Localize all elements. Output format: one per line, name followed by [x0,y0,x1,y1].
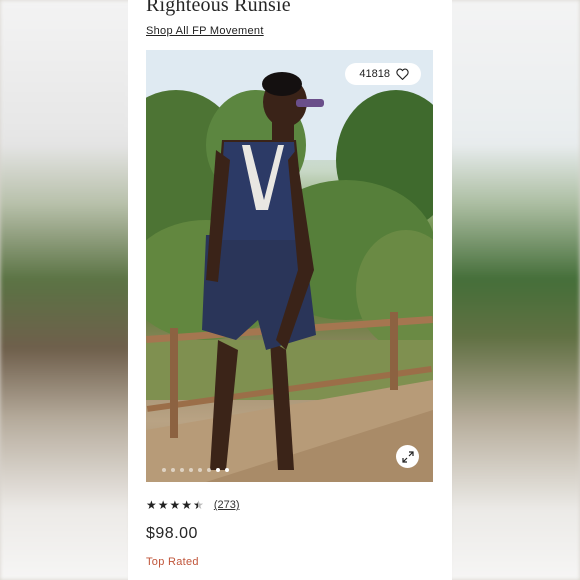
carousel-dot-active[interactable] [216,468,220,472]
product-card: Righteous Runsie Shop All FP Movement 41… [128,0,452,580]
star-rating: ★ ★ ★ ★ ★★ [146,499,204,511]
carousel-dot[interactable] [171,468,175,472]
carousel-dot[interactable] [189,468,193,472]
product-title: Righteous Runsie [146,0,291,16]
half-star-icon: ★★ [193,498,204,512]
star-icon: ★ [157,498,169,512]
like-count: 41818 [359,68,390,80]
star-icon: ★ [181,498,193,512]
carousel-dot[interactable] [207,468,211,472]
product-image[interactable]: 41818 [146,50,433,482]
expand-image-button[interactable] [396,445,419,468]
star-icon: ★ [169,498,181,512]
rating-row: ★ ★ ★ ★ ★★ (273) [146,499,240,511]
shop-all-link[interactable]: Shop All FP Movement [146,25,264,37]
carousel-dot[interactable] [225,468,229,472]
carousel-dot[interactable] [162,468,166,472]
backdrop-left [0,0,130,580]
heart-icon [396,68,409,80]
carousel-dot[interactable] [180,468,184,472]
top-rated-badge: Top Rated [146,556,199,568]
expand-icon [401,450,414,463]
carousel-dot[interactable] [198,468,202,472]
backdrop-right [450,0,580,580]
product-photo-illustration [146,50,433,482]
star-icon: ★ [146,498,157,512]
review-count-link[interactable]: (273) [214,499,240,511]
like-button[interactable]: 41818 [345,63,421,85]
product-price: $98.00 [146,525,198,542]
carousel-dots [162,468,229,472]
